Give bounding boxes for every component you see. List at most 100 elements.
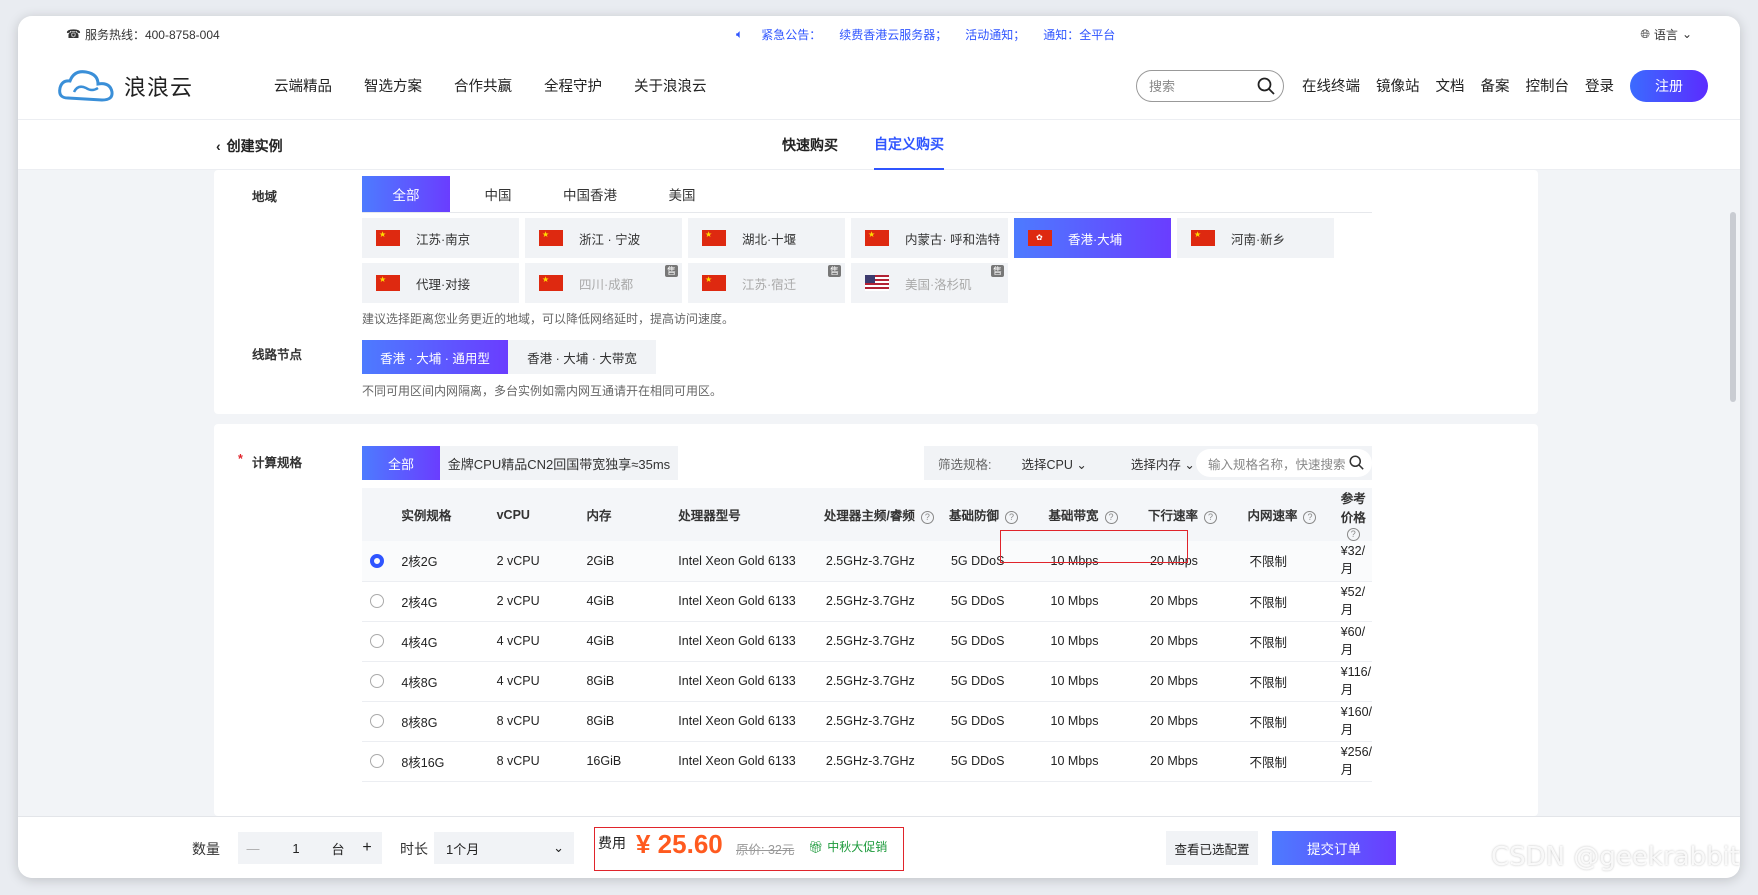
quantity-stepper: — 1 台 + xyxy=(238,832,382,864)
row-radio-cell[interactable] xyxy=(362,581,402,622)
row-radio-cell[interactable] xyxy=(362,541,402,582)
city-proxy[interactable]: 代理·对接 xyxy=(362,263,519,303)
globe-icon: 🌐︎ xyxy=(1640,26,1650,41)
region-tab-hongkong[interactable]: 中国香港 xyxy=(546,176,634,212)
cell-price: ¥60/月 xyxy=(1340,621,1372,662)
submit-order-button[interactable]: 提交订单 xyxy=(1272,831,1396,865)
tab-custom-buy[interactable]: 自定义购买 xyxy=(874,120,944,170)
spec-filter-bar: 筛选规格: 选择CPU ⌄ 选择内存 ⌄ 输入规格名称，快速搜索 xyxy=(924,446,1372,480)
cell-name: 2核4G xyxy=(401,581,497,622)
required-mark: * xyxy=(238,452,243,466)
china-flag-icon xyxy=(702,275,726,291)
language-switcher[interactable]: 🌐︎ 语言 ⌄ xyxy=(1640,26,1692,43)
notice2-link[interactable]: 通知：全平台 xyxy=(1043,26,1115,43)
city-xinxiang[interactable]: 河南·新乡 xyxy=(1177,218,1334,258)
city-ningbo[interactable]: 浙江 · 宁波 xyxy=(525,218,682,258)
node-large-bandwidth[interactable]: 香港 · 大埔 · 大带宽 xyxy=(508,340,656,374)
row-radio-cell[interactable] xyxy=(362,661,402,702)
decrement-button[interactable]: — xyxy=(238,841,268,856)
sub-header: ‹ 创建实例 快速购买 自定义购买 xyxy=(18,120,1740,170)
help-icon[interactable]: ? xyxy=(1104,511,1118,524)
hongkong-flag-icon xyxy=(1028,230,1052,246)
search-input[interactable]: 搜索 xyxy=(1136,69,1284,102)
logo[interactable]: 浪浪云 xyxy=(56,66,256,106)
region-tab-china[interactable]: 中国 xyxy=(454,176,542,212)
scrollbar[interactable] xyxy=(1730,212,1736,402)
row-radio-cell[interactable] xyxy=(362,701,402,742)
filter-label: 筛选规格: xyxy=(938,457,992,472)
chevron-down-icon: ⌄ xyxy=(1681,27,1692,41)
link-icp[interactable]: 备案 xyxy=(1481,75,1510,96)
table-row[interactable]: 8核16G 8 vCPU 16GiB Intel Xeon Gold 6133 2.5G… xyxy=(362,741,1372,782)
city-label: 香港·大埔 xyxy=(1068,232,1123,247)
row-radio[interactable] xyxy=(370,674,384,689)
nav-item-protection[interactable]: 全程守护 xyxy=(544,75,602,96)
line-node-hint: 不同可用区间内网隔离，多台实例如需内网互通请开在相同可用区。 xyxy=(362,384,723,398)
city-label: 内蒙古· 呼和浩特 xyxy=(905,232,1001,247)
city-hohhot[interactable]: 内蒙古· 呼和浩特 xyxy=(851,218,1008,258)
cell-bw: 10 Mbps xyxy=(1048,661,1148,702)
view-config-button[interactable]: 查看已选配置 xyxy=(1166,831,1258,865)
logo-text: 浪浪云 xyxy=(124,74,194,100)
sold-out-badge: 售 xyxy=(990,265,1004,277)
help-icon[interactable]: ? xyxy=(1346,528,1360,541)
region-tab-usa[interactable]: 美国 xyxy=(638,176,726,212)
nav-item-products[interactable]: 云端精品 xyxy=(274,75,332,96)
help-icon[interactable]: ? xyxy=(1004,511,1018,524)
row-radio[interactable] xyxy=(370,714,384,729)
link-terminal[interactable]: 在线终端 xyxy=(1302,75,1360,96)
spec-search-input[interactable]: 输入规格名称，快速搜索 xyxy=(1196,449,1372,477)
col-bandwidth: 基础带宽 xyxy=(1048,509,1099,523)
cpu-select[interactable]: 选择CPU ⌄ xyxy=(1021,454,1086,473)
increment-button[interactable]: + xyxy=(352,839,382,857)
help-icon[interactable]: ? xyxy=(1303,511,1317,524)
link-mirror[interactable]: 镜像站 xyxy=(1376,75,1420,96)
row-radio[interactable] xyxy=(370,594,384,609)
cell-lan: 不限制 xyxy=(1247,581,1341,622)
nav-item-solutions[interactable]: 智选方案 xyxy=(364,75,422,96)
notice-link[interactable]: 续费香港云服务器； xyxy=(839,26,947,43)
table-row[interactable]: 2核2G 2 vCPU 2GiB Intel Xeon Gold 6133 2.5GHz… xyxy=(362,541,1372,582)
spec-tab-all[interactable]: 全部 xyxy=(362,446,440,480)
link-login[interactable]: 登录 xyxy=(1585,75,1614,96)
row-radio-cell[interactable] xyxy=(362,741,402,782)
city-chengdu: 四川·成都 售 xyxy=(525,263,682,303)
table-row[interactable]: 2核4G 2 vCPU 4GiB Intel Xeon Gold 6133 2.5GHz… xyxy=(362,581,1372,622)
nav-item-partners[interactable]: 合作共赢 xyxy=(454,75,512,96)
help-icon[interactable]: ? xyxy=(920,511,934,524)
duration-value: 1个月 xyxy=(446,841,480,857)
register-button[interactable]: 注册 xyxy=(1630,69,1708,102)
spec-table-header: 实例规格 vCPU 内存 处理器型号 处理器主频/睿频? 基础防御? 基础带宽?… xyxy=(362,488,1372,541)
tab-quick-buy[interactable]: 快速购买 xyxy=(782,120,838,170)
city-hongkong-taipo[interactable]: 香港·大埔 xyxy=(1014,218,1171,258)
search-icon[interactable] xyxy=(1257,77,1275,95)
node-general[interactable]: 香港 · 大埔 · 通用型 xyxy=(362,340,508,374)
duration-select[interactable]: 1个月 ⌄ xyxy=(434,832,574,864)
row-radio[interactable] xyxy=(370,634,384,649)
cpu-select-label: 选择CPU xyxy=(1021,457,1073,472)
spec-tab-gold-cn2[interactable]: 金牌CPU精品CN2回国带宽独享≈35ms xyxy=(440,446,678,480)
help-icon[interactable]: ? xyxy=(1204,511,1217,524)
row-radio[interactable] xyxy=(370,754,384,769)
cell-price: ¥256/月 xyxy=(1340,741,1372,782)
quantity-input[interactable]: 1 xyxy=(268,841,324,856)
line-node-label: 线路节点 xyxy=(252,348,303,362)
table-row[interactable]: 8核8G 8 vCPU 8GiB Intel Xeon Gold 6133 2.5GHz… xyxy=(362,701,1372,742)
link-console[interactable]: 控制台 xyxy=(1526,75,1570,96)
spec-table-body: 2核2G 2 vCPU 2GiB Intel Xeon Gold 6133 2.5GHz… xyxy=(362,541,1372,782)
row-radio-cell[interactable] xyxy=(362,621,402,662)
link-docs[interactable]: 文档 xyxy=(1436,75,1465,96)
row-radio[interactable] xyxy=(370,554,384,569)
cell-lan: 不限制 xyxy=(1247,741,1341,782)
search-icon[interactable] xyxy=(1349,455,1364,470)
memory-select[interactable]: 选择内存 ⌄ xyxy=(1131,454,1195,473)
table-row[interactable]: 4核8G 4 vCPU 8GiB Intel Xeon Gold 6133 2.5GHz… xyxy=(362,661,1372,702)
table-row[interactable]: 4核4G 4 vCPU 4GiB Intel Xeon Gold 6133 2.5GHz… xyxy=(362,621,1372,662)
region-tab-all[interactable]: 全部 xyxy=(362,176,450,212)
activity-link[interactable]: 活动通知； xyxy=(965,26,1025,43)
city-nanjing[interactable]: 江苏·南京 xyxy=(362,218,519,258)
nav-item-about[interactable]: 关于浪浪云 xyxy=(634,75,707,96)
col-memory: 内存 xyxy=(586,488,679,541)
back-link[interactable]: ‹ 创建实例 xyxy=(216,136,283,156)
city-shiyan[interactable]: 湖北·十堰 xyxy=(688,218,845,258)
